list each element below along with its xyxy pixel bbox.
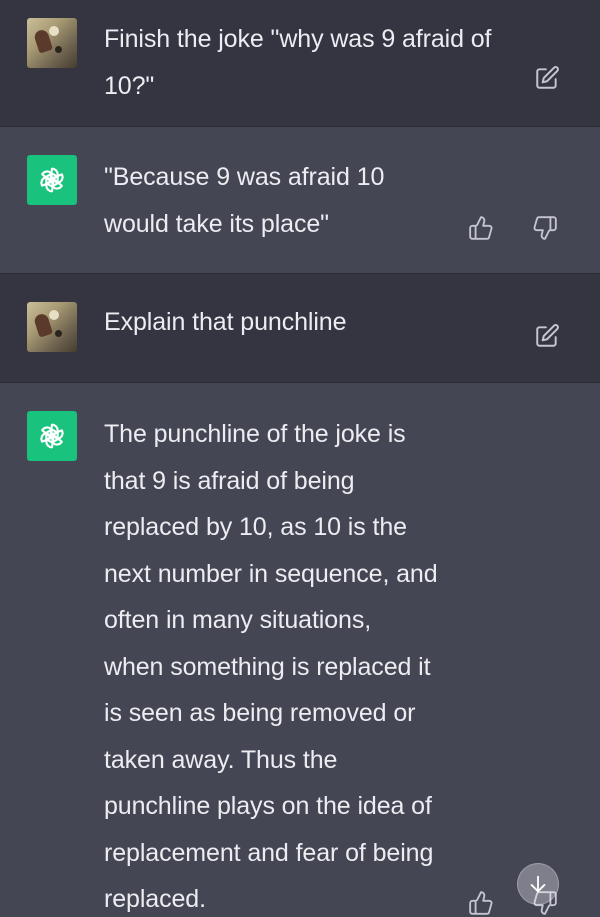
edit-icon[interactable]	[533, 322, 561, 350]
message-text: Explain that punchline	[104, 299, 534, 346]
message-line: next number in sequence, and	[104, 559, 438, 588]
chat-thread: Finish the joke "why was 9 afraid of 10?…	[0, 0, 600, 917]
message-line: Finish the joke "why was 9 afraid of	[104, 25, 492, 53]
message-line: when something is replaced it	[104, 652, 431, 681]
message-line: taken away. Thus the	[104, 745, 338, 774]
thumbs-up-icon[interactable]	[467, 889, 495, 917]
message-line: that 9 is afraid of being	[104, 466, 355, 495]
message-line: is seen as being removed or	[104, 699, 416, 727]
user-avatar	[27, 302, 77, 352]
message-line: often in many situations,	[104, 606, 372, 634]
openai-logo-icon	[27, 155, 77, 205]
user-message: Explain that punchline	[0, 274, 600, 382]
message-line: replacement and fear of being	[104, 838, 434, 867]
message-text: Finish the joke "why was 9 afraid of 10?…	[104, 16, 534, 109]
scroll-to-bottom-button[interactable]	[517, 863, 559, 905]
message-line: 10?"	[104, 71, 155, 100]
assistant-message: The punchline of the joke is that 9 is a…	[0, 383, 600, 917]
message-line: replaced by 10, as 10 is the	[104, 513, 407, 541]
openai-logo-icon	[27, 411, 77, 461]
assistant-message: "Because 9 was afraid 10 would take its …	[0, 127, 600, 273]
user-avatar	[27, 18, 77, 68]
edit-icon[interactable]	[533, 64, 561, 92]
thumbs-up-icon[interactable]	[467, 214, 495, 242]
user-message: Finish the joke "why was 9 afraid of 10?…	[0, 0, 600, 126]
thumbs-down-icon[interactable]	[531, 214, 559, 242]
message-line: The punchline of the joke is	[104, 420, 406, 448]
message-line: "Because 9 was afraid 10	[104, 163, 385, 191]
arrow-down-icon	[530, 875, 546, 893]
message-text: The punchline of the joke is that 9 is a…	[104, 411, 534, 917]
message-line: Explain that punchline	[104, 308, 347, 336]
message-line: punchline plays on the idea of	[104, 792, 432, 820]
